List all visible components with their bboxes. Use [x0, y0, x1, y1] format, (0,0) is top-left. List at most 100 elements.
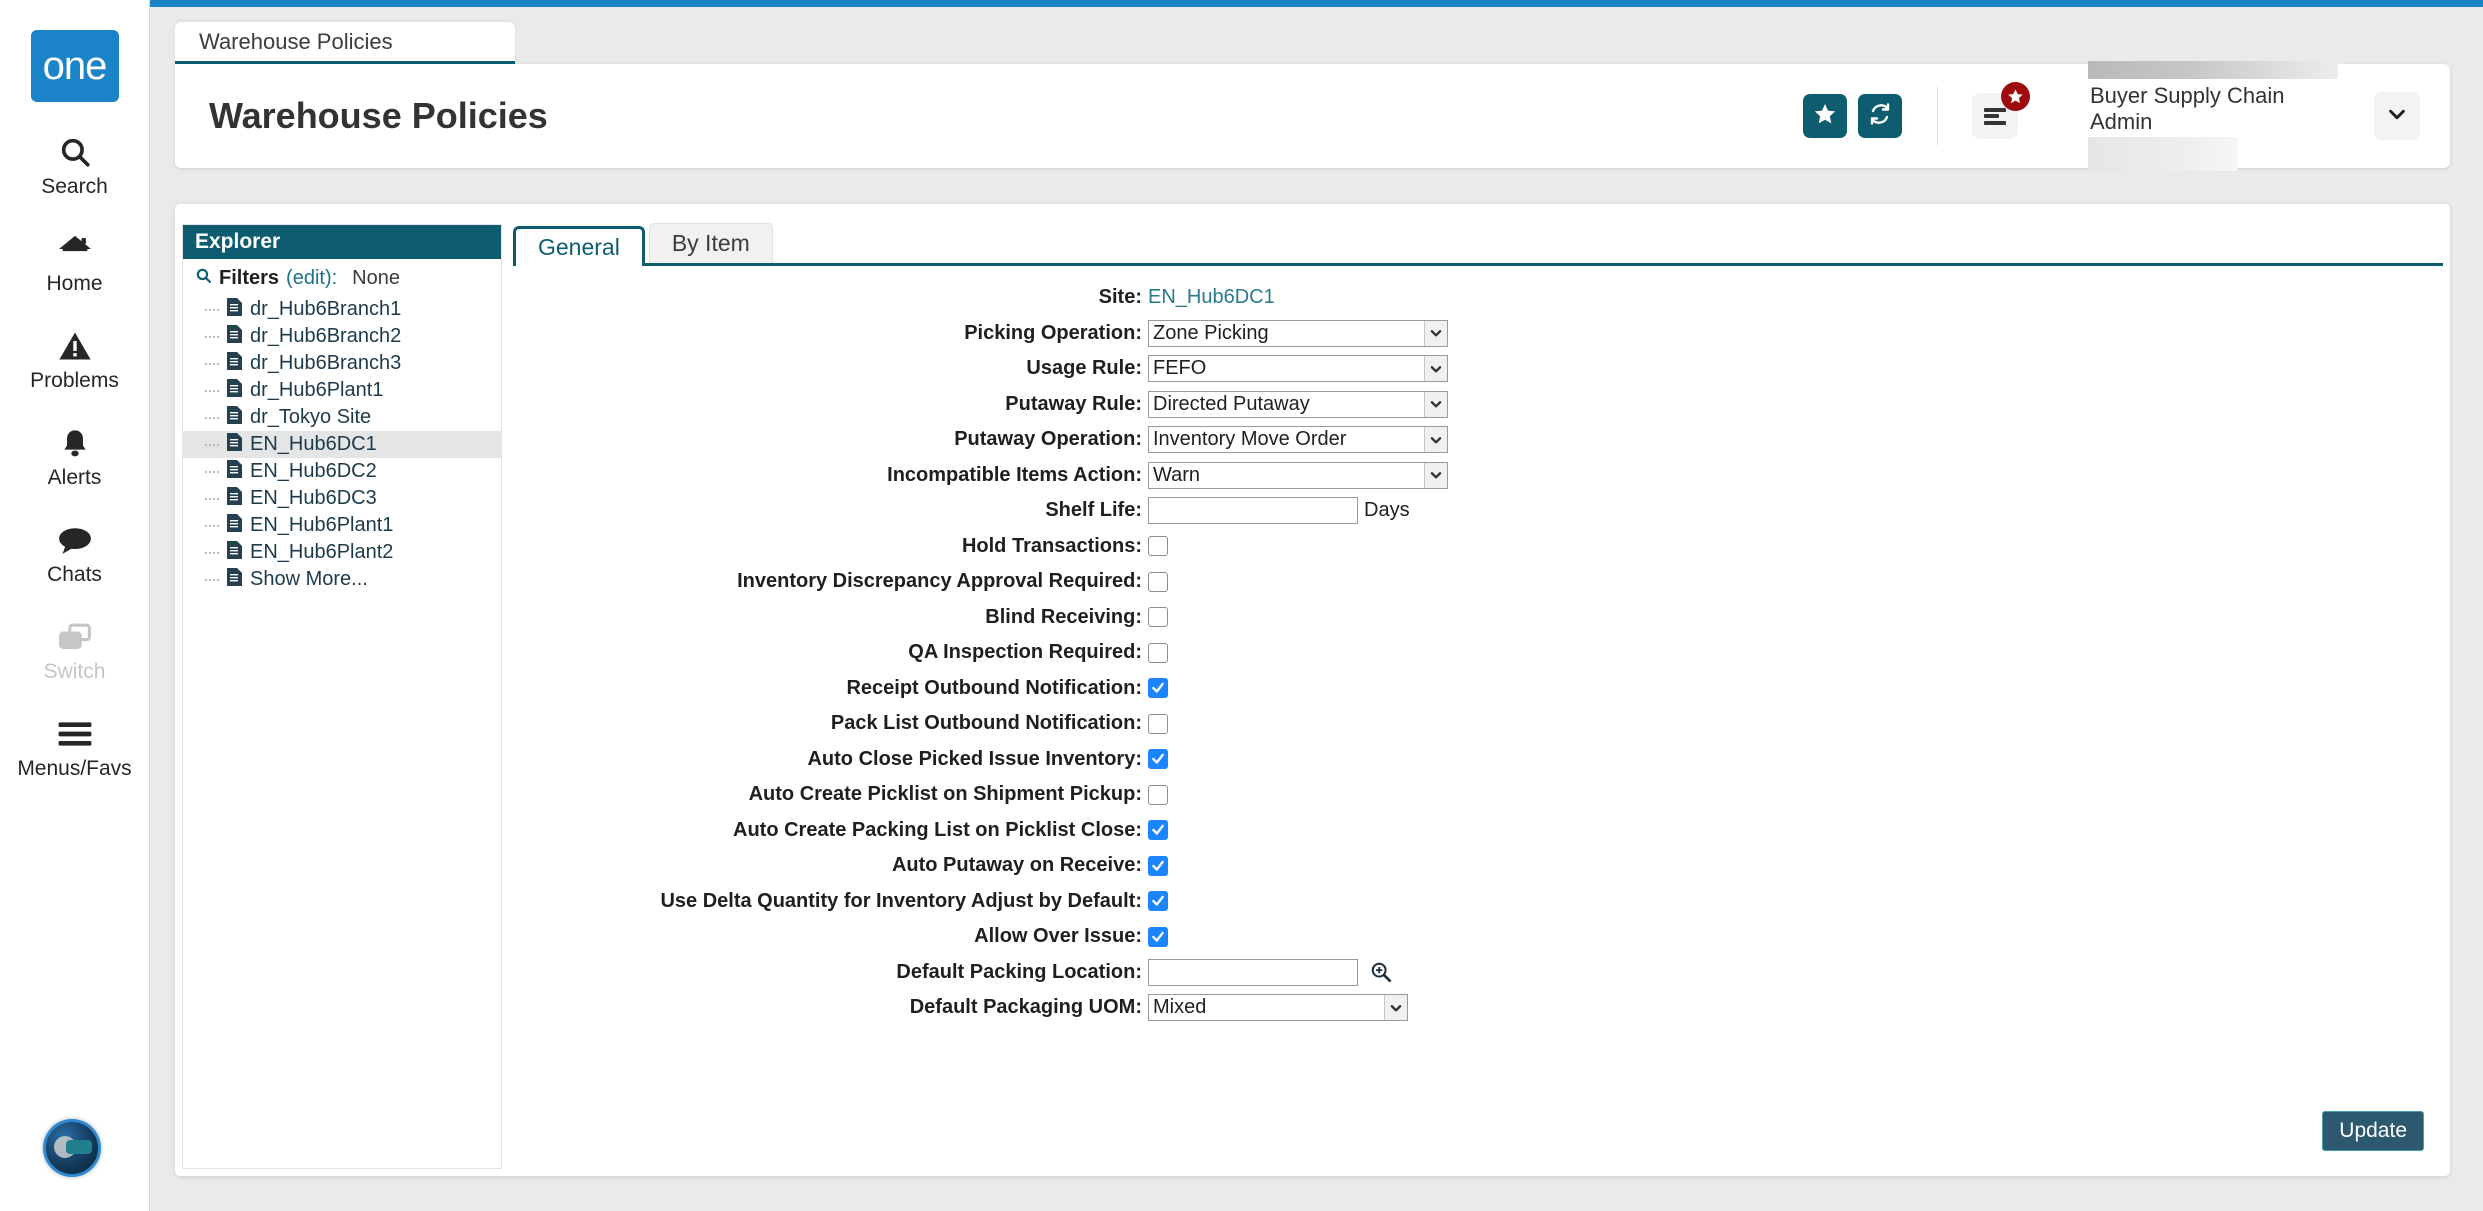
picking-operation-select[interactable]: Zone Picking — [1148, 319, 1448, 347]
list-item-label: dr_Hub6Branch3 — [250, 352, 402, 374]
inventory-discrepancy-approval-checkbox[interactable] — [1148, 571, 1168, 592]
explorer-tree: dr_Hub6Branch1 dr_Hub6Branch2 dr_Hub6Bra… — [183, 296, 501, 593]
page-header: Warehouse Policies Buyer Supply Chain Ad… — [175, 61, 2450, 171]
magnifier-plus-icon[interactable] — [1370, 961, 1392, 983]
field-row-auto-create-picklist-on-shipment-pickup: Auto Create Picklist on Shipment Pickup: — [513, 777, 2443, 813]
rail-item-search[interactable]: Search — [0, 132, 150, 199]
default-packaging-uom-value: Mixed — [1153, 996, 1207, 1019]
rail-label-search: Search — [41, 175, 108, 198]
auto-create-picklist-on-shipment-pickup-checkbox[interactable] — [1148, 784, 1168, 805]
favorite-button[interactable] — [1803, 94, 1847, 138]
one-network-logo[interactable]: one — [30, 30, 119, 102]
list-item-label: Show More... — [250, 568, 368, 590]
putaway-rule-value: Directed Putaway — [1153, 392, 1310, 415]
document-icon — [227, 567, 242, 592]
user-menu-button[interactable] — [2374, 92, 2420, 140]
auto-close-picked-issue-inventory-checkbox[interactable] — [1148, 749, 1168, 770]
rail-item-home[interactable]: Home — [0, 229, 150, 296]
shelf-life-input[interactable] — [1148, 497, 1358, 525]
putaway-operation-select[interactable]: Inventory Move Order — [1148, 426, 1448, 454]
tree-connector — [205, 308, 219, 311]
rail-item-menus-favs[interactable]: Menus/Favs — [0, 714, 150, 781]
rail-item-chats[interactable]: Chats — [0, 520, 150, 587]
list-item[interactable]: dr_Hub6Plant1 — [183, 377, 501, 404]
site-label: Site: — [1098, 286, 1142, 309]
auto-putaway-on-receive-checkbox[interactable] — [1148, 855, 1168, 876]
qa-inspection-required-checkbox[interactable] — [1148, 642, 1168, 663]
refresh-button[interactable] — [1858, 94, 1902, 138]
chevron-down-icon — [1424, 391, 1447, 417]
page-tab-warehouse-policies[interactable]: Warehouse Policies — [175, 22, 515, 64]
tree-connector — [205, 389, 219, 392]
filters-edit-link[interactable]: (edit): — [286, 267, 337, 290]
rail-item-alerts[interactable]: Alerts — [0, 423, 150, 490]
tab-by-item[interactable]: By Item — [648, 223, 773, 263]
list-item[interactable]: EN_Hub6Plant2 — [183, 539, 501, 566]
chevron-down-icon — [1424, 462, 1447, 488]
document-icon — [227, 378, 242, 403]
field-row-auto-close-picked-issue-inventory: Auto Close Picked Issue Inventory: — [513, 742, 2443, 778]
document-icon — [227, 486, 242, 511]
pack-list-outbound-notification-checkbox[interactable] — [1148, 713, 1168, 734]
tree-connector — [205, 362, 219, 365]
user-role-label: Buyer Supply Chain Admin — [2090, 83, 2285, 134]
receipt-outbound-notification-label: Receipt Outbound Notification: — [846, 676, 1142, 699]
picking-operation-label: Picking Operation: — [964, 321, 1142, 344]
list-item-label: dr_Tokyo Site — [250, 406, 372, 428]
explorer-filters-row: Filters (edit): None — [183, 259, 501, 296]
list-item-label: dr_Hub6Plant1 — [250, 379, 384, 401]
putaway-rule-select[interactable]: Directed Putaway — [1148, 390, 1448, 418]
list-item-label: EN_Hub6DC1 — [250, 433, 377, 455]
blind-receiving-checkbox[interactable] — [1148, 607, 1168, 628]
list-item[interactable]: dr_Tokyo Site — [183, 404, 501, 431]
list-item-show-more[interactable]: Show More... — [183, 566, 501, 593]
allow-over-issue-label: Allow Over Issue: — [974, 925, 1142, 948]
list-item[interactable]: dr_Hub6Branch3 — [183, 350, 501, 377]
rail-label-menus-favs: Menus/Favs — [17, 757, 132, 780]
use-delta-quantity-checkbox[interactable] — [1148, 891, 1168, 912]
usage-rule-select[interactable]: FEFO — [1148, 355, 1448, 383]
document-icon — [227, 459, 242, 484]
site-value-link[interactable]: EN_Hub6DC1 — [1148, 286, 1275, 309]
rail-item-problems[interactable]: Problems — [0, 326, 150, 393]
list-item[interactable]: EN_Hub6DC2 — [183, 458, 501, 485]
warning-icon — [58, 326, 92, 366]
receipt-outbound-notification-checkbox[interactable] — [1148, 678, 1168, 699]
auto-create-packing-list-on-picklist-close-label: Auto Create Packing List on Picklist Clo… — [733, 818, 1142, 841]
tree-connector — [205, 416, 219, 419]
list-item-selected[interactable]: EN_Hub6DC1 — [183, 431, 501, 458]
incompatible-items-action-select[interactable]: Warn — [1148, 461, 1448, 489]
default-packing-location-input[interactable] — [1148, 958, 1358, 986]
list-item[interactable]: dr_Hub6Branch1 — [183, 296, 501, 323]
update-button[interactable]: Update — [2322, 1111, 2424, 1151]
header-actions: Buyer Supply Chain Admin — [1803, 61, 2450, 171]
tree-connector — [205, 335, 219, 338]
refresh-icon — [1868, 102, 1892, 131]
allow-over-issue-checkbox[interactable] — [1148, 926, 1168, 947]
field-row-putaway-rule: Putaway Rule: Directed Putaway — [513, 387, 2443, 423]
rail-item-switch: Switch — [0, 617, 150, 684]
field-row-putaway-operation: Putaway Operation: Inventory Move Order — [513, 422, 2443, 458]
list-item[interactable]: EN_Hub6Plant1 — [183, 512, 501, 539]
picking-operation-value: Zone Picking — [1153, 321, 1269, 344]
document-icon — [227, 405, 242, 430]
assistant-avatar-icon[interactable] — [43, 1119, 101, 1177]
list-item[interactable]: dr_Hub6Branch2 — [183, 323, 501, 350]
list-item[interactable]: EN_Hub6DC3 — [183, 485, 501, 512]
rail-label-switch: Switch — [43, 660, 106, 683]
pack-list-outbound-notification-label: Pack List Outbound Notification: — [830, 712, 1142, 735]
tree-connector — [205, 551, 219, 554]
tree-connector — [205, 524, 219, 527]
tab-general[interactable]: General — [513, 226, 645, 266]
hold-transactions-checkbox[interactable] — [1148, 536, 1168, 557]
home-icon — [57, 229, 93, 269]
menu-button[interactable] — [1972, 82, 2030, 139]
document-icon — [227, 513, 242, 538]
star-badge-icon — [2001, 82, 2030, 111]
document-icon — [227, 540, 242, 565]
putaway-operation-value: Inventory Move Order — [1153, 428, 1347, 451]
chevron-down-icon — [2386, 103, 2408, 130]
default-packaging-uom-select[interactable]: Mixed — [1148, 994, 1408, 1022]
user-info[interactable]: Buyer Supply Chain Admin — [2088, 61, 2338, 171]
auto-create-packing-list-on-picklist-close-checkbox[interactable] — [1148, 820, 1168, 841]
